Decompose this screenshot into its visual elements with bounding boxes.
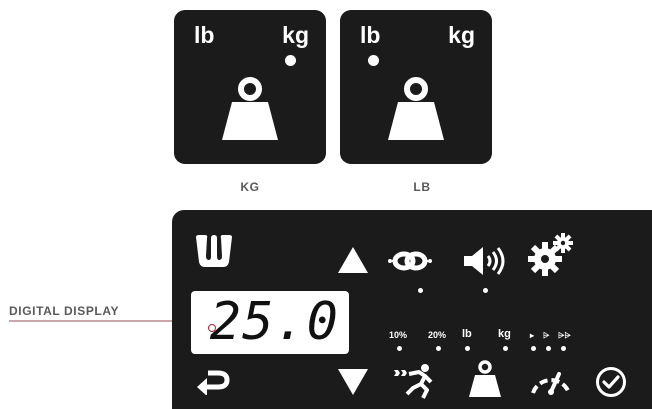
indicator-dot-20 [436, 346, 441, 351]
check-confirm-button[interactable] [595, 366, 627, 398]
indicator-dot-kg [503, 346, 508, 351]
indicator-20-percent: 20% [428, 330, 447, 340]
down-arrow-button[interactable] [337, 368, 369, 396]
lb-selected-indicator [368, 55, 379, 66]
display-value: 25.0 [209, 292, 339, 352]
callout-line [9, 320, 190, 322]
indicator-speed-3: ⩥⩥ [558, 331, 571, 340]
connect-indicator [418, 288, 423, 293]
control-panel: 25.0 10% 20% lb kg ▸ ⩥ ⩥⩥ [172, 210, 652, 409]
tile-caption-kg: KG [240, 180, 260, 194]
callout-label: DIGITAL DISPLAY [9, 304, 120, 318]
settings-gear-icon[interactable] [527, 233, 575, 277]
indicator-speed-1: ▸ [530, 331, 535, 340]
sound-icon[interactable] [463, 246, 509, 276]
indicator-dot-speed-1 [531, 346, 536, 351]
indicator-kg: kg [498, 328, 511, 340]
kg-selected-indicator [285, 55, 296, 66]
unit-tile-kg: lb kg [174, 10, 326, 164]
unit-lb-label: lb [194, 22, 215, 48]
digital-display: 25.0 [191, 291, 349, 354]
unit-kg-label: kg [448, 22, 475, 48]
indicator-dot-speed-2 [546, 346, 551, 351]
indicator-dot-10 [397, 346, 402, 351]
speedometer-gauge-icon[interactable] [529, 364, 573, 396]
unit-kg-label: kg [282, 22, 309, 48]
weight-icon[interactable] [468, 360, 502, 398]
weight-icon [222, 77, 278, 140]
weight-icon [388, 77, 444, 140]
connect-icon[interactable] [388, 247, 432, 275]
unit-tile-lb: lb kg [340, 10, 492, 164]
unit-lb-label: lb [360, 22, 381, 48]
return-arrow-icon[interactable] [196, 367, 230, 395]
sound-indicator [483, 288, 488, 293]
indicator-dot-lb [465, 346, 470, 351]
indicator-dot-speed-3 [561, 346, 566, 351]
up-arrow-button[interactable] [337, 246, 369, 274]
indicator-speed-2: ⩥ [543, 331, 550, 340]
tile-caption-lb: LB [413, 180, 431, 194]
wilson-logo-icon [196, 235, 232, 267]
indicator-lb: lb [462, 328, 472, 340]
indicator-10-percent: 10% [389, 330, 408, 340]
speed-runner-icon[interactable] [393, 362, 435, 400]
